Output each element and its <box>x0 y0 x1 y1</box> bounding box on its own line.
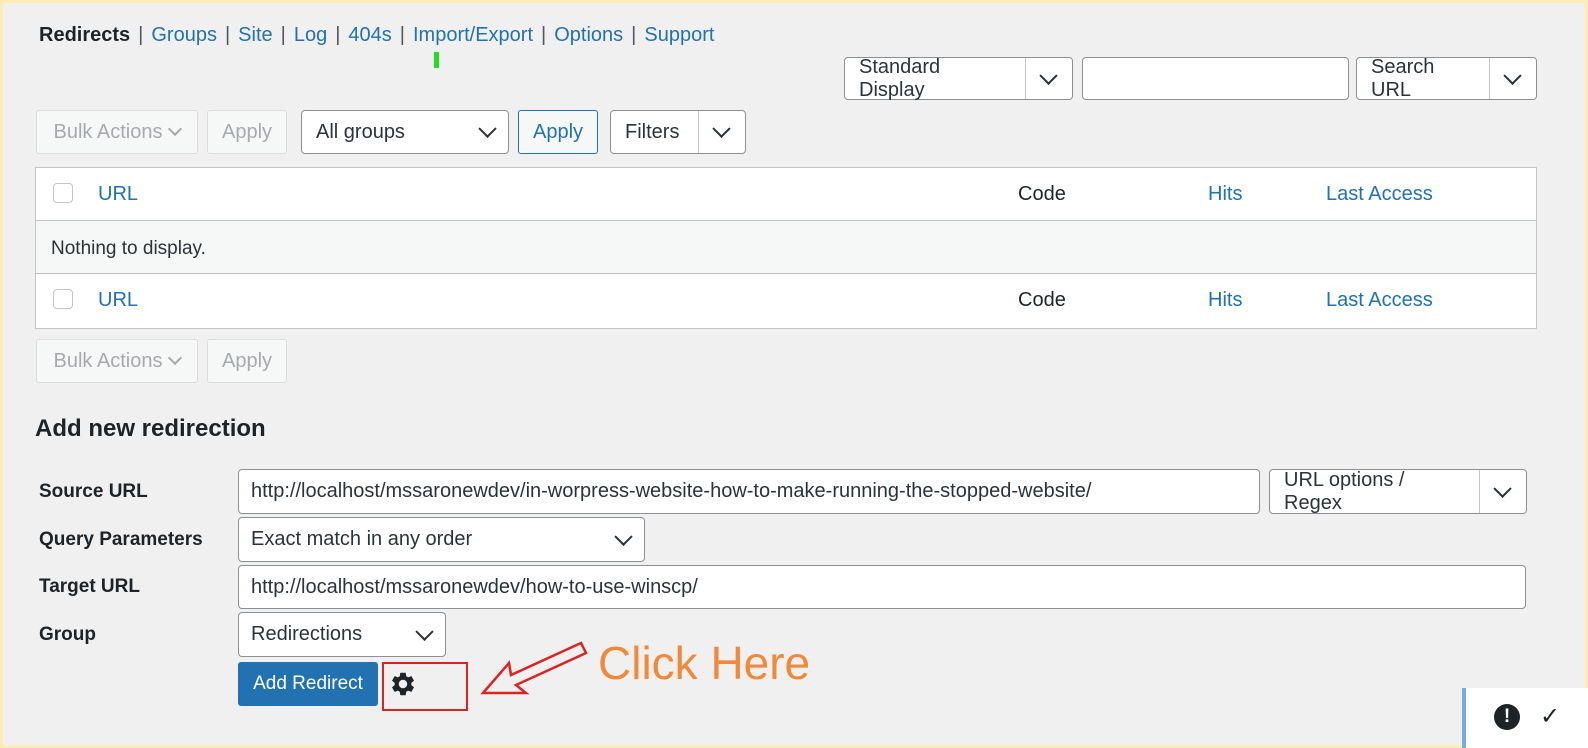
subnav-separator: | <box>224 24 231 46</box>
chevron-down-icon <box>415 622 434 641</box>
redirects-table: URL Code Hits Last Access Nothing to dis… <box>35 167 1537 329</box>
subnav-import-export[interactable]: Import/Export <box>413 24 533 47</box>
chevron-down-icon <box>1493 479 1512 498</box>
display-mode-label: Standard Display <box>859 55 941 101</box>
chevron-down-icon <box>614 527 633 546</box>
source-url-input[interactable]: http://localhost/mssaronewdev/in-worpres… <box>238 469 1260 514</box>
column-code-footer: Code <box>1018 289 1066 311</box>
select-all-checkbox-footer[interactable] <box>53 289 73 309</box>
group-label: Group <box>39 624 96 645</box>
subnav-separator: | <box>631 24 637 46</box>
subnav-support[interactable]: Support <box>644 24 714 47</box>
chevron-down-icon <box>168 121 183 137</box>
column-last-access-footer[interactable]: Last Access <box>1326 289 1433 312</box>
select-all-checkbox[interactable] <box>53 183 73 203</box>
bulk-actions-top[interactable]: Bulk Actions <box>36 110 198 154</box>
source-url-label: Source URL <box>39 481 148 502</box>
target-url-label: Target URL <box>39 576 140 597</box>
exclamation-icon[interactable]: ! <box>1494 704 1520 730</box>
query-parameters-select[interactable]: Exact match in any order <box>238 517 645 562</box>
apply-filter-button[interactable]: Apply <box>518 110 598 154</box>
group-select[interactable]: Redirections <box>238 612 446 657</box>
bulk-actions-label: Bulk Actions <box>53 349 163 372</box>
add-redirection-title: Add new redirection <box>35 415 266 442</box>
query-parameters-value: Exact match in any order <box>251 528 473 550</box>
group-filter-label: All groups <box>316 120 405 143</box>
highlight-box <box>382 662 468 711</box>
bulk-actions-label: Bulk Actions <box>53 120 163 143</box>
url-options-select[interactable]: URL options / Regex <box>1269 469 1527 514</box>
search-type-label: Search URL <box>1371 55 1435 101</box>
arrow-icon <box>480 641 588 695</box>
subnav-log[interactable]: Log <box>294 24 327 47</box>
filters-label: Filters <box>625 120 680 143</box>
url-options-label: URL options / Regex <box>1284 468 1405 514</box>
column-url[interactable]: URL <box>98 183 138 206</box>
display-mode-dropdown[interactable] <box>1025 58 1072 99</box>
group-value: Redirections <box>251 623 363 645</box>
display-mode-select[interactable]: Standard Display <box>844 55 1073 101</box>
chevron-down-icon <box>1039 66 1058 85</box>
group-filter-select[interactable]: All groups <box>301 110 509 154</box>
chevron-down-icon <box>712 119 731 138</box>
table-footer-row: URL Code Hits Last Access <box>36 274 1536 328</box>
column-url-footer[interactable]: URL <box>98 289 138 312</box>
chevron-down-icon <box>168 350 183 366</box>
click-here-annotation: Click Here <box>598 637 811 689</box>
search-type-dropdown[interactable] <box>1489 58 1536 99</box>
search-type-select[interactable]: Search URL <box>1356 55 1537 101</box>
filters-select[interactable]: Filters <box>610 110 746 154</box>
table-empty-row: Nothing to display. <box>36 221 1536 274</box>
chevron-down-icon <box>478 119 497 138</box>
search-input[interactable] <box>1082 57 1349 100</box>
subnav-separator: | <box>138 24 144 46</box>
column-hits[interactable]: Hits <box>1208 183 1242 206</box>
subnav-separator: | <box>280 24 286 46</box>
subnav-groups[interactable]: Groups <box>151 24 217 47</box>
cursor-marker <box>434 52 439 68</box>
chevron-down-icon <box>1503 66 1522 85</box>
column-code: Code <box>1018 183 1066 205</box>
subnav-redirects[interactable]: Redirects <box>39 24 130 47</box>
filters-dropdown[interactable] <box>698 111 745 153</box>
subnav-options[interactable]: Options <box>554 24 623 47</box>
subnav: Redirects | Groups | Site | Log | 404s | Import/Ex… <box>39 24 714 47</box>
apply-bulk-bottom-button[interactable]: Apply <box>207 339 287 383</box>
column-hits-footer[interactable]: Hits <box>1208 289 1242 312</box>
column-last-access[interactable]: Last Access <box>1326 183 1433 206</box>
subnav-separator: | <box>399 24 405 46</box>
target-url-input[interactable]: http://localhost/mssaronewdev/how-to-use… <box>238 565 1526 609</box>
subnav-separator: | <box>335 24 341 46</box>
bulk-actions-bottom[interactable]: Bulk Actions <box>36 339 198 383</box>
add-redirect-button[interactable]: Add Redirect <box>238 662 378 706</box>
apply-bulk-top-button[interactable]: Apply <box>207 110 287 154</box>
subnav-site[interactable]: Site <box>238 24 272 47</box>
notice-panel: ! ✓ <box>1462 688 1588 748</box>
subnav-separator: | <box>541 24 547 46</box>
table-header-row: URL Code Hits Last Access <box>36 168 1536 221</box>
check-icon[interactable]: ✓ <box>1540 702 1560 731</box>
query-parameters-label: Query Parameters <box>39 529 203 550</box>
subnav-404s[interactable]: 404s <box>348 24 391 47</box>
empty-message: Nothing to display. <box>51 238 206 259</box>
url-options-dropdown[interactable] <box>1479 470 1526 513</box>
